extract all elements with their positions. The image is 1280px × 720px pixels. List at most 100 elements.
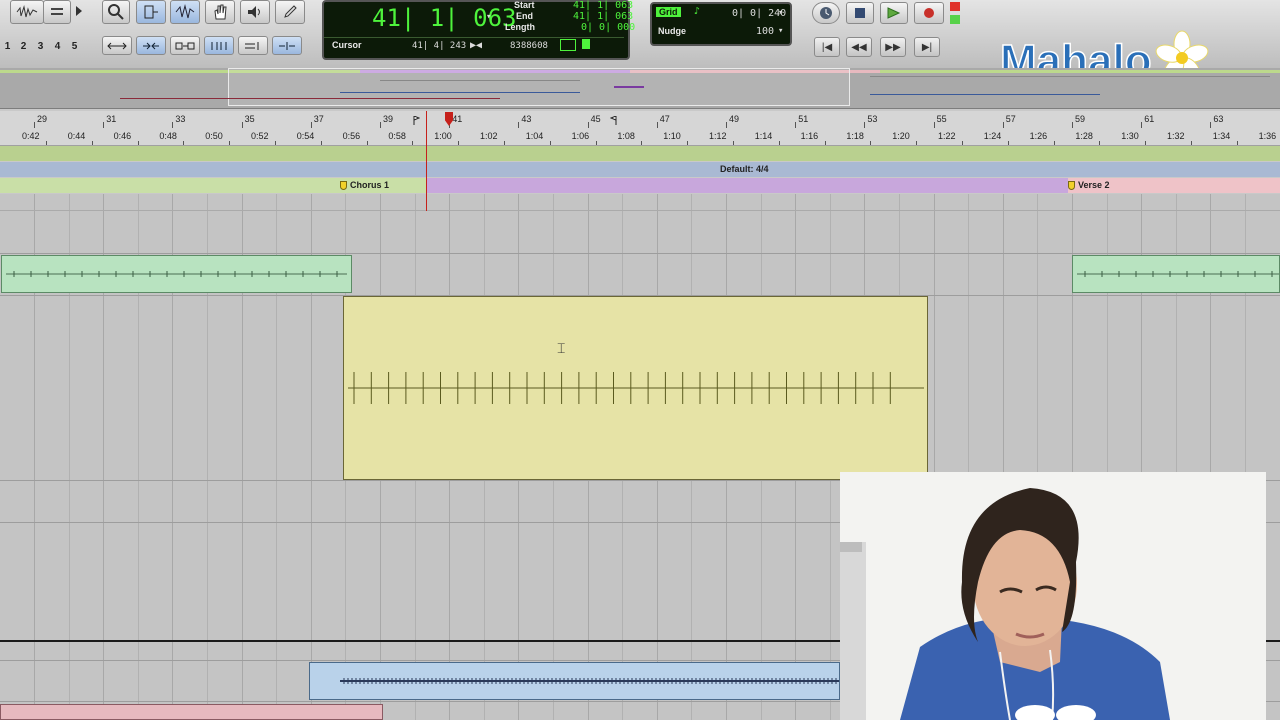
time-tick [412, 141, 414, 145]
time-label: 1:12 [709, 131, 727, 141]
marker-label: Verse 2 [1078, 180, 1110, 190]
bar-label: 41 [452, 114, 463, 124]
online-clock-icon[interactable] [812, 2, 840, 24]
zoom-toggle-midi-icon[interactable] [43, 0, 71, 24]
time-label: 1:28 [1075, 131, 1093, 141]
time-tick [687, 141, 689, 145]
sample-waveform-icon: ▶◀ [470, 40, 483, 51]
presenter-video [840, 472, 1266, 720]
grid-mode-icon[interactable] [204, 36, 234, 55]
bar-label: 51 [798, 114, 809, 124]
main-counter-display: 41| 1| 063 ▾ Start 41| 1| 063 End 41| 1|… [322, 0, 635, 60]
time-tick [962, 141, 963, 145]
grid-dropdown-icon[interactable]: ▾ [778, 8, 783, 18]
time-label: 0:56 [342, 131, 361, 141]
selection-start-flag-icon[interactable] [413, 112, 421, 125]
zoom-preset-4[interactable]: 4 [50, 38, 65, 54]
universe-view-box[interactable] [228, 68, 850, 106]
rewind-icon[interactable]: ◀◀ [846, 37, 872, 57]
start-value[interactable]: 41| 1| 063 [573, 0, 633, 11]
time-tick [1191, 141, 1192, 145]
counter-dropdown-icon[interactable]: ▾ [486, 12, 491, 22]
trim-tool-icon[interactable] [136, 0, 166, 24]
meter-label: Default: 4/4 [720, 164, 769, 174]
audio-clip-selected[interactable] [343, 296, 928, 480]
spot-mode-icon[interactable] [170, 36, 200, 55]
time-label: 1:30 [1121, 131, 1139, 141]
record-button-icon[interactable] [914, 2, 944, 24]
time-tick [366, 141, 368, 145]
audio-clip[interactable] [1, 255, 352, 293]
slip-mode-icon[interactable] [136, 36, 166, 55]
scrubber-speaker-icon[interactable] [240, 0, 270, 24]
time-label: 1:32 [1167, 131, 1185, 141]
time-tick [137, 141, 139, 145]
stop-button-icon[interactable] [846, 2, 874, 24]
time-label: 1:14 [754, 131, 773, 141]
zoom-toggle-waveform-icon[interactable] [10, 0, 44, 24]
zoomer-tool-icon[interactable] [102, 0, 130, 24]
length-value[interactable]: 0| 0| 000 [581, 22, 635, 33]
menu-arrow-icon[interactable] [76, 6, 82, 16]
bar-label: 59 [1075, 114, 1086, 124]
cursor-label: Cursor [332, 40, 362, 50]
pencil-tool-icon[interactable] [275, 0, 305, 24]
marker-label: Chorus 1 [350, 180, 390, 190]
time-tick [458, 141, 460, 145]
selector-tool-icon[interactable] [170, 0, 200, 24]
fast-forward-icon[interactable]: ▶▶ [880, 37, 906, 57]
time-label: 1:08 [617, 131, 635, 141]
time-label: 1:04 [525, 131, 544, 141]
end-value[interactable]: 41| 1| 063 [573, 11, 633, 22]
play-button-icon[interactable] [880, 2, 908, 24]
nudge-label: Nudge [658, 26, 686, 36]
time-label: 1:24 [983, 131, 1002, 141]
time-tick [641, 141, 643, 145]
min-secs-ruler[interactable]: 0:42 0:44 0:46 0:48 0:50 0:52 0:54 0:56 0:58 1:00… [0, 128, 1280, 146]
marker-ruler[interactable]: Chorus 1 Verse 2 [0, 178, 1280, 193]
time-tick [275, 141, 276, 145]
time-tick [1145, 141, 1147, 145]
marker-verse-2[interactable]: Verse 2 [1068, 180, 1110, 190]
bars-beats-ruler[interactable]: 29 31 33 35 37 39 41 43 45 47 49 51 53 55 57 59 61 63 [0, 111, 1280, 129]
shuffle-mode-icon[interactable] [102, 36, 132, 55]
zoom-preset-5[interactable]: 5 [67, 38, 82, 54]
grid-label[interactable]: Grid [656, 7, 681, 17]
meter-ruler[interactable]: Default: 4/4 [0, 162, 1280, 177]
main-counter[interactable]: 41| 1| 063 [372, 4, 517, 32]
bar-label: 37 [313, 114, 324, 124]
audio-clip[interactable] [0, 704, 383, 720]
bar-label: 61 [1144, 114, 1155, 124]
time-tick [1236, 141, 1238, 145]
bar-label: 63 [1213, 114, 1224, 124]
marker-chorus-1[interactable]: Chorus 1 [340, 180, 389, 190]
time-label: 0:48 [159, 131, 177, 141]
zoom-preset-2[interactable]: 2 [16, 38, 31, 54]
universe-overview[interactable] [0, 68, 1280, 109]
time-label: 1:34 [1212, 131, 1231, 141]
playhead-line [426, 111, 427, 211]
tab-to-transient-icon[interactable] [238, 36, 268, 55]
bar-label: 45 [590, 114, 601, 124]
time-tick [320, 141, 322, 145]
selection-end-flag-icon[interactable] [609, 112, 617, 125]
time-tick [595, 141, 597, 145]
time-label: 0:50 [205, 131, 223, 141]
bar-label: 55 [936, 114, 947, 124]
time-label: 1:18 [846, 131, 864, 141]
link-timeline-icon[interactable] [272, 36, 302, 55]
zoom-preset-1[interactable]: 1 [0, 38, 15, 54]
time-tick [824, 141, 826, 145]
nudge-dropdown-icon[interactable]: ▾ [778, 26, 783, 36]
return-to-zero-icon[interactable]: |◀ [814, 37, 840, 57]
nudge-value[interactable]: 100 [756, 26, 774, 37]
bar-label: 31 [106, 114, 117, 124]
audio-clip[interactable] [1072, 255, 1280, 293]
go-to-end-icon[interactable]: ▶| [914, 37, 940, 57]
time-label: 1:16 [800, 131, 819, 141]
time-label: 0:42 [22, 131, 40, 141]
tempo-ruler[interactable] [0, 146, 1280, 161]
zoom-preset-3[interactable]: 3 [33, 38, 48, 54]
grabber-hand-icon[interactable] [205, 0, 235, 24]
audio-clip[interactable] [309, 662, 840, 700]
